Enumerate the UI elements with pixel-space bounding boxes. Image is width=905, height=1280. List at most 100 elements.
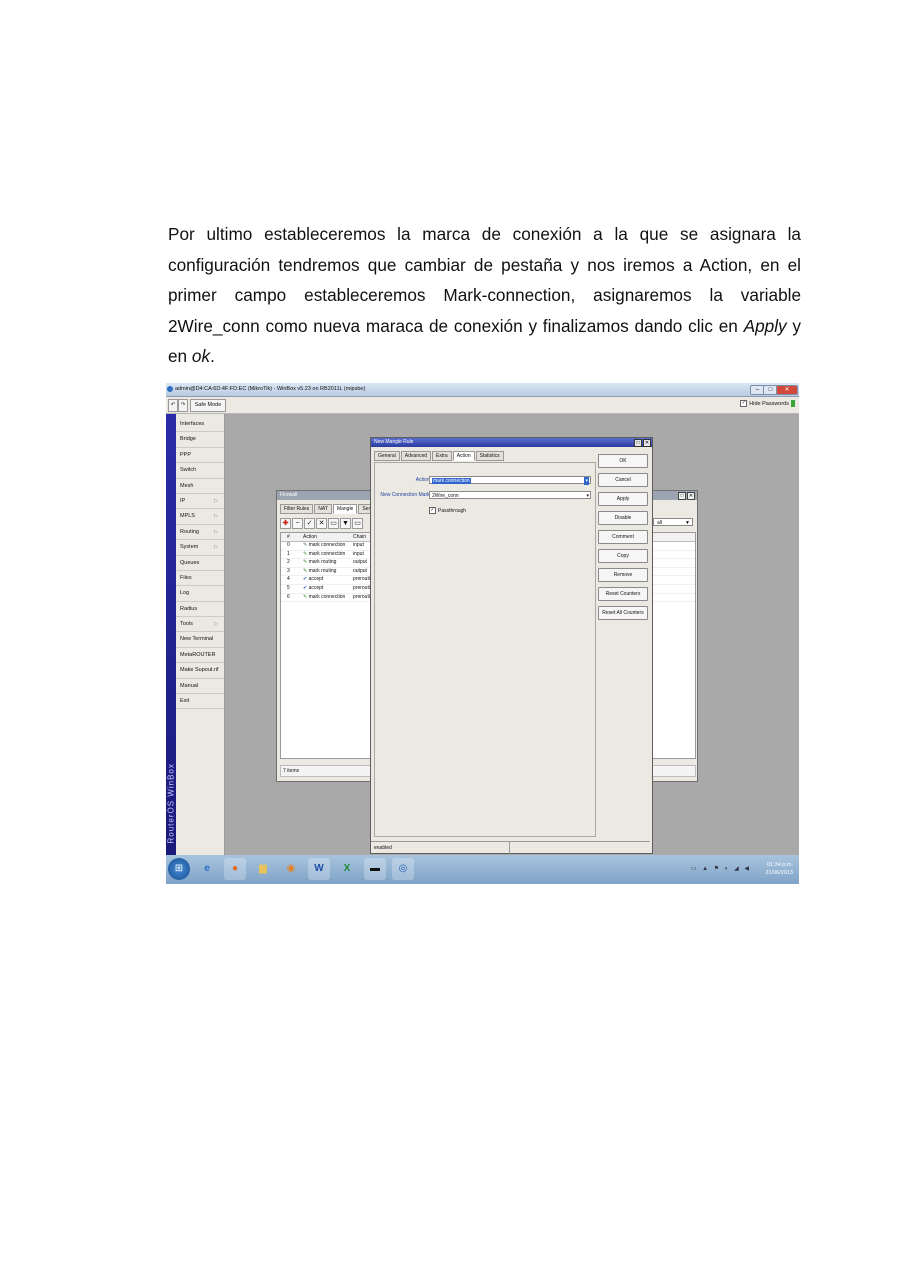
- sidebar-item-manual[interactable]: Manual: [176, 679, 224, 695]
- clock-date: 21/06/2013: [765, 870, 793, 876]
- sidebar-item-system[interactable]: System ▷: [176, 540, 224, 556]
- check-icon: ✔: [303, 584, 308, 591]
- remove-button[interactable]: Remove: [598, 568, 648, 582]
- row-action: ✎ mark routing: [303, 568, 336, 576]
- undo-icon[interactable]: ↶: [168, 399, 178, 412]
- sidebar-item-tools[interactable]: Tools ▷: [176, 617, 224, 633]
- hide-passwords-label: Hide Passwords: [749, 400, 789, 407]
- tab-action[interactable]: Action: [452, 451, 475, 461]
- hide-passwords-toggle[interactable]: ✓ Hide Passwords: [740, 400, 795, 407]
- row-action-text: accept: [308, 584, 324, 591]
- window-titlebar: admin@D4:CA:6D:4F:FD:EC (MikroTik) - Win…: [166, 383, 799, 397]
- system-tray-icons[interactable]: ▭ ▲ ⚑ ◐ ◢ ◀: [691, 865, 751, 872]
- ok-button[interactable]: OK: [598, 454, 648, 468]
- sidebar-item-label: New Terminal: [180, 636, 214, 643]
- main-toolbar: ↶ ↷ Safe Mode ✓ Hide Passwords: [166, 397, 799, 414]
- tab-extra[interactable]: Extra: [432, 451, 452, 461]
- tab-statistics[interactable]: Statistics: [475, 451, 504, 461]
- winbox-taskbar-icon[interactable]: ◎: [392, 858, 414, 880]
- firewall-maximize-icon[interactable]: □: [678, 492, 686, 500]
- sidebar-item-routing[interactable]: Routing ▷: [176, 525, 224, 541]
- row-chain: output: [353, 567, 367, 574]
- dropdown-arrow-icon: ▾: [584, 477, 589, 485]
- row-action: ✔ accept: [303, 585, 323, 593]
- copy-button[interactable]: Copy: [598, 549, 648, 563]
- column-action[interactable]: Action: [303, 533, 317, 541]
- sidebar-item-label: Mesh: [180, 482, 194, 489]
- dialog-maximize-icon[interactable]: □: [634, 439, 642, 447]
- sidebar-item-mpls[interactable]: MPLS ▷: [176, 509, 224, 525]
- filter-icon[interactable]: ▼: [340, 518, 351, 529]
- safe-mode-button[interactable]: Safe Mode: [190, 399, 226, 412]
- internet-explorer-icon[interactable]: e: [196, 858, 218, 880]
- sidebar-item-files[interactable]: Files: [176, 571, 224, 587]
- sidebar-item-ppp[interactable]: PPP: [176, 448, 224, 464]
- taskbar-clock[interactable]: 01:34 p.m. 21/06/2013: [765, 861, 793, 877]
- firefox-icon[interactable]: ●: [224, 858, 246, 880]
- sidebar-item-label: Radius: [180, 605, 198, 612]
- sidebar-item-bridge[interactable]: Bridge: [176, 432, 224, 448]
- sidebar-item-new-terminal[interactable]: New Terminal: [176, 632, 224, 648]
- sidebar-item-queues[interactable]: Queues: [176, 556, 224, 571]
- close-button[interactable]: ✕: [776, 385, 798, 395]
- add-icon[interactable]: ✚: [280, 518, 291, 529]
- column-num[interactable]: #: [287, 533, 290, 541]
- sidebar-item-radius[interactable]: Radius: [176, 602, 224, 618]
- disable-button[interactable]: Disable: [598, 511, 648, 525]
- column-chain[interactable]: Chain: [353, 533, 366, 541]
- terminal-icon[interactable]: ▬: [364, 858, 386, 880]
- filter-dropdown[interactable]: all ▼: [653, 518, 693, 526]
- sidebar-item-ip[interactable]: IP ▷: [176, 494, 224, 510]
- word-icon[interactable]: W: [308, 858, 330, 880]
- row-num: 6: [287, 593, 290, 600]
- sidebar-item-make-supout[interactable]: Make Supout.rif: [176, 663, 224, 679]
- connection-mark-value: 2Wire_conn: [432, 493, 459, 499]
- tab-general[interactable]: General: [374, 451, 400, 461]
- sidebar-item-label: Tools: [180, 621, 193, 628]
- tab-filter-rules[interactable]: Filter Rules: [280, 504, 314, 514]
- row-num: 4: [287, 576, 290, 583]
- sidebar-item-log[interactable]: Log: [176, 586, 224, 602]
- remove-icon[interactable]: −: [292, 518, 303, 529]
- media-player-icon[interactable]: ◉: [280, 858, 302, 880]
- dropdown-arrow-icon: ▾: [586, 493, 589, 499]
- firewall-toolbar: ✚ − ✓ ✕ ▭ ▼ ▭: [280, 518, 364, 529]
- reset-icon[interactable]: ▭: [352, 518, 363, 529]
- cancel-button[interactable]: Cancel: [598, 473, 648, 487]
- action-select[interactable]: mark connection ▾: [429, 476, 591, 485]
- reset-all-counters-button[interactable]: Reset All Counters: [598, 606, 648, 620]
- firewall-close-icon[interactable]: ✕: [687, 492, 695, 500]
- hide-passwords-checkbox[interactable]: ✓: [740, 400, 748, 407]
- start-button[interactable]: ⊞: [168, 858, 190, 880]
- excel-icon[interactable]: X: [336, 858, 358, 880]
- passthrough-option[interactable]: ✓ Passthrough: [429, 507, 466, 514]
- row-chain: prerouti: [353, 593, 370, 600]
- sidebar-item-switch[interactable]: Switch: [176, 463, 224, 479]
- tab-advanced[interactable]: Advanced: [400, 451, 432, 461]
- comment-button[interactable]: Comment: [598, 530, 648, 544]
- row-action-text: mark connection: [308, 542, 346, 548]
- submenu-arrow-icon: ▷: [214, 621, 218, 628]
- redo-icon[interactable]: ↷: [178, 399, 188, 412]
- folder-icon[interactable]: ▆: [252, 858, 274, 880]
- winbox-screenshot: admin@D4:CA:6D:4F:FD:EC (MikroTik) - Win…: [166, 383, 799, 884]
- reset-counters-button[interactable]: Reset Counters: [598, 587, 648, 601]
- disable-icon[interactable]: ✕: [316, 518, 327, 529]
- tab-mangle[interactable]: Mangle: [332, 504, 358, 514]
- dialog-close-icon[interactable]: ✕: [643, 439, 651, 447]
- comment-icon[interactable]: ▭: [328, 518, 339, 529]
- sidebar-item-metarouter[interactable]: MetaROUTER: [176, 648, 224, 664]
- sidebar-item-interfaces[interactable]: Interfaces: [176, 417, 224, 433]
- submenu-arrow-icon: ▷: [214, 497, 218, 504]
- connection-mark-input[interactable]: 2Wire_conn ▾: [429, 491, 591, 499]
- row-action: ✎ mark connection: [303, 594, 345, 602]
- enable-icon[interactable]: ✓: [304, 518, 315, 529]
- tab-nat[interactable]: NAT: [314, 504, 332, 514]
- row-action: ✎ mark connection: [303, 551, 345, 559]
- pencil-icon: ✎: [303, 559, 308, 566]
- apply-button[interactable]: Apply: [598, 492, 648, 506]
- passthrough-checkbox[interactable]: ✓: [429, 507, 436, 514]
- sidebar-item-exit[interactable]: Exit: [176, 694, 224, 710]
- pencil-icon: ✎: [303, 593, 308, 600]
- sidebar-item-mesh[interactable]: Mesh: [176, 479, 224, 494]
